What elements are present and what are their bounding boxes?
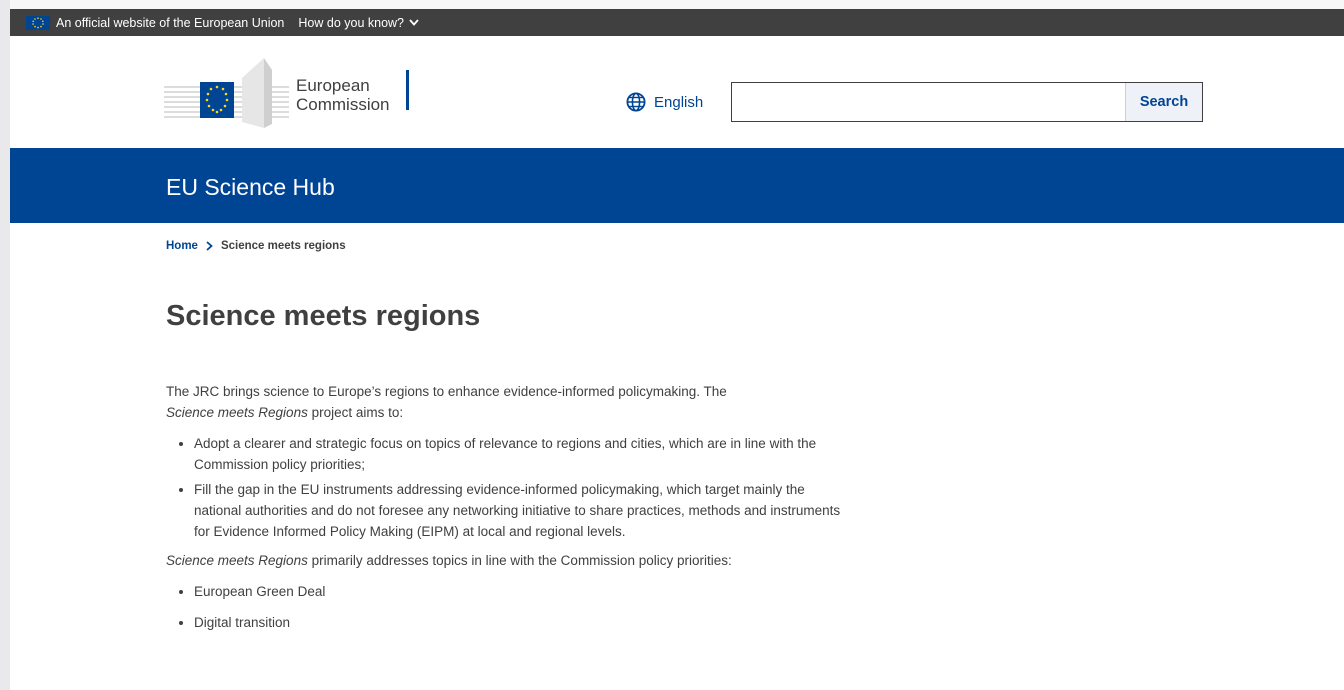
page-title: Science meets regions (166, 300, 481, 332)
search-button[interactable]: Search (1125, 83, 1202, 121)
priorities-list: European Green Deal Digital transition (166, 581, 846, 633)
list-item: Fill the gap in the EU instruments addre… (194, 479, 846, 542)
site-name-band: EU Science Hub (10, 148, 1344, 223)
commission-emblem-icon (164, 58, 289, 128)
intro-text-1: The JRC brings science to Europe’s regio… (166, 384, 727, 399)
intro-project-name: Science meets Regions (166, 405, 308, 420)
how-do-you-know-button[interactable]: How do you know? (298, 16, 419, 30)
language-selector[interactable]: English (626, 92, 703, 112)
list-item: European Green Deal (194, 581, 846, 602)
breadcrumb-home-link[interactable]: Home (166, 240, 198, 252)
eu-flag-icon (26, 15, 50, 30)
chevron-right-icon (206, 241, 213, 251)
site-title-link[interactable]: EU Science Hub (166, 174, 335, 201)
official-website-text: An official website of the European Unio… (56, 15, 285, 30)
page-content: The JRC brings science to Europe’s regio… (166, 381, 846, 643)
list-item: Adopt a clearer and strategic focus on t… (194, 433, 846, 475)
how-do-you-know-label: How do you know? (298, 15, 405, 30)
european-commission-logo[interactable]: European Commission (164, 58, 424, 128)
globe-icon (626, 92, 646, 112)
priorities-intro: Science meets Regions primarily addresse… (166, 550, 846, 571)
window-top-edge (10, 0, 1344, 9)
logo-divider (406, 70, 409, 110)
list-item: Digital transition (194, 612, 846, 633)
language-label: English (654, 93, 704, 111)
search-input[interactable] (732, 83, 1125, 121)
breadcrumb-current: Science meets regions (220, 240, 346, 252)
logo-line-european: European (296, 76, 370, 95)
aims-list: Adopt a clearer and strategic focus on t… (166, 433, 846, 542)
logo-line-commission: Commission (296, 95, 390, 114)
breadcrumb: Home Science meets regions (166, 240, 346, 252)
outro-text: primarily addresses topics in line with … (307, 553, 732, 568)
intro-text-2: project aims to: (307, 405, 404, 420)
logo-text: European Commission (296, 76, 390, 114)
chevron-down-icon (409, 19, 419, 26)
official-eu-banner: An official website of the European Unio… (10, 9, 1344, 36)
outro-project-name: Science meets Regions (166, 553, 308, 568)
window-edge (0, 0, 10, 690)
intro-paragraph: The JRC brings science to Europe’s regio… (166, 381, 846, 423)
search-form: Search (731, 82, 1203, 122)
site-header: European Commission English Search (10, 36, 1344, 148)
